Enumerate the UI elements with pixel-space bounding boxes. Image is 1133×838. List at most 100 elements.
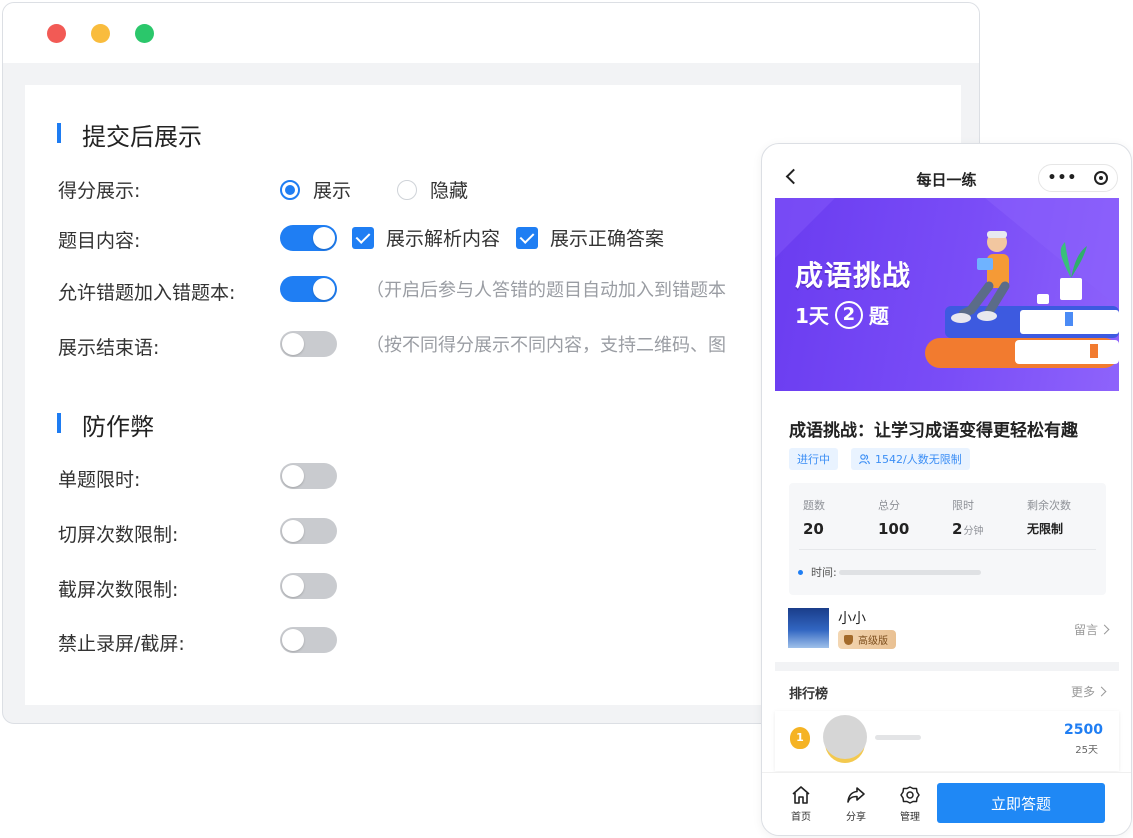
banner-title: 成语挑战 xyxy=(795,259,912,292)
start-quiz-button[interactable]: 立即答题 xyxy=(937,783,1105,823)
ranking-avatar xyxy=(823,715,867,759)
tab-share[interactable]: 分享 xyxy=(840,785,872,823)
participants-text: 1542/人数无限制 xyxy=(875,453,962,466)
stat-value: 100 xyxy=(878,520,910,538)
switch-limit-controls xyxy=(280,518,337,544)
level-text: 高级版 xyxy=(858,636,888,647)
wrong-book-controls: （开启后参与人答错的题目自动加入到错题本 xyxy=(280,276,726,302)
stat-key: 限时 xyxy=(952,499,974,512)
home-icon xyxy=(792,786,810,804)
stat-key: 题数 xyxy=(803,499,825,512)
stat-value: 20 xyxy=(803,520,824,538)
time-limit-toggle[interactable] xyxy=(280,463,337,489)
stats-divider xyxy=(799,549,1096,550)
question-content-controls: 展示解析内容 展示正确答案 xyxy=(280,224,664,251)
score-display-options: 展示 隐藏 xyxy=(280,176,468,203)
switch-limit-toggle[interactable] xyxy=(280,518,337,544)
end-message-controls: （按不同得分展示不同内容，支持二维码、图 xyxy=(280,331,726,357)
radio-hide[interactable] xyxy=(397,179,418,200)
screenshot-limit-toggle[interactable] xyxy=(280,573,337,599)
section-separator xyxy=(775,662,1119,671)
minimize-window-button[interactable] xyxy=(91,24,110,43)
stat-remaining: 剩余次数 无限制 xyxy=(1027,497,1071,537)
chevron-right-icon xyxy=(1099,624,1110,635)
show-answer-label[interactable]: 展示正确答案 xyxy=(550,224,664,251)
banner-sub-suffix: 题 xyxy=(868,304,889,328)
question-content-toggle[interactable] xyxy=(280,224,337,251)
phone-navbar: 每日一练 ••• xyxy=(762,144,1131,198)
time-label: 时间: xyxy=(811,566,837,579)
miniprogram-capsule: ••• xyxy=(1038,164,1118,192)
share-icon xyxy=(847,787,865,803)
leave-message-link[interactable]: 留言 xyxy=(1074,621,1110,638)
close-window-button[interactable] xyxy=(47,24,66,43)
end-message-hint: （按不同得分展示不同内容，支持二维码、图 xyxy=(366,335,726,356)
quiz-banner: 成语挑战 1天 2 题 xyxy=(775,198,1119,391)
ranking-title: 排行榜 xyxy=(789,687,829,702)
end-message-label: 展示结束语: xyxy=(58,337,160,359)
question-content-label: 题目内容: xyxy=(58,230,141,252)
stat-key: 剩余次数 xyxy=(1027,499,1071,512)
radio-show-label[interactable]: 展示 xyxy=(313,176,351,203)
wrong-book-label: 允许错题加入错题本: xyxy=(58,282,236,304)
author-avatar[interactable] xyxy=(788,608,829,648)
phone-preview: 每日一练 ••• 成语挑战 1天 2 题 成语挑战：让学习成语变得更轻松有趣 进… xyxy=(761,143,1132,836)
end-message-toggle[interactable] xyxy=(280,331,337,357)
no-record-toggle[interactable] xyxy=(280,627,337,653)
banner-illustration xyxy=(775,198,1119,368)
banner-subtitle: 1天 2 题 xyxy=(795,300,889,329)
banner-sub-number: 2 xyxy=(834,300,863,329)
switch-limit-label: 切屏次数限制: xyxy=(58,524,179,546)
show-analysis-checkbox[interactable] xyxy=(352,226,374,249)
participants-badge: 1542/人数无限制 xyxy=(851,448,970,470)
radio-show[interactable] xyxy=(280,179,300,200)
people-icon xyxy=(859,453,870,465)
bottom-tabbar: 首页 分享 管理 立即答题 xyxy=(762,772,1131,835)
chevron-right-icon xyxy=(1096,686,1107,697)
maximize-window-button[interactable] xyxy=(135,24,154,43)
gear-icon xyxy=(900,786,920,804)
close-target-icon[interactable] xyxy=(1094,171,1109,185)
time-limit-controls xyxy=(280,463,337,489)
ranking-more-text[interactable]: 更多 xyxy=(1071,683,1095,700)
section-title-text: 防作弊 xyxy=(82,413,154,441)
bullet-dot xyxy=(798,569,803,575)
quiz-stats: 题数 20 总分 100 限时 2分钟 剩余次数 无限制 时间: xyxy=(789,483,1106,595)
time-placeholder xyxy=(838,569,981,575)
tab-manage[interactable]: 管理 xyxy=(894,785,926,823)
time-limit-label: 单题限时: xyxy=(58,469,141,491)
stat-key: 总分 xyxy=(878,499,900,512)
ranking-score: 2500 xyxy=(1064,722,1103,738)
section-title-text: 提交后展示 xyxy=(82,123,202,151)
stat-question-count: 题数 20 xyxy=(803,497,825,538)
quiz-title: 成语挑战：让学习成语变得更轻松有趣 xyxy=(789,421,1078,441)
ranking-days: 25天 xyxy=(1075,745,1098,756)
no-record-label: 禁止录屏/截屏: xyxy=(58,633,185,655)
stat-value: 2分钟 xyxy=(952,520,984,538)
tab-manage-label[interactable]: 管理 xyxy=(894,808,926,823)
gold-medal-icon: 1 xyxy=(790,727,810,749)
wrong-book-hint: （开启后参与人答错的题目自动加入到错题本 xyxy=(366,280,726,301)
show-analysis-label[interactable]: 展示解析内容 xyxy=(386,224,500,251)
radio-hide-label[interactable]: 隐藏 xyxy=(430,176,468,203)
more-icon[interactable]: ••• xyxy=(1048,170,1078,186)
ranking-row[interactable]: 1 2500 25天 xyxy=(775,711,1119,771)
author-name: 小小 xyxy=(838,611,866,627)
status-badge: 进行中 xyxy=(789,448,838,470)
window-titlebar xyxy=(3,3,979,63)
stat-time-limit: 限时 2分钟 xyxy=(952,497,983,538)
tab-share-label[interactable]: 分享 xyxy=(840,808,872,823)
banner-sub-prefix: 1天 xyxy=(795,304,829,328)
wrong-book-toggle[interactable] xyxy=(280,276,337,302)
ranking-name-placeholder xyxy=(875,735,921,740)
tab-home-label[interactable]: 首页 xyxy=(785,808,817,823)
no-record-controls xyxy=(280,627,337,653)
leave-message-text[interactable]: 留言 xyxy=(1074,621,1098,638)
tab-home[interactable]: 首页 xyxy=(785,785,817,823)
show-answer-checkbox[interactable] xyxy=(516,226,539,249)
screenshot-limit-label: 截屏次数限制: xyxy=(58,579,179,601)
screenshot-limit-controls xyxy=(280,573,337,599)
stat-total-score: 总分 100 xyxy=(878,497,909,538)
status-badge-text: 进行中 xyxy=(797,453,830,466)
ranking-more-link[interactable]: 更多 xyxy=(1071,683,1107,700)
